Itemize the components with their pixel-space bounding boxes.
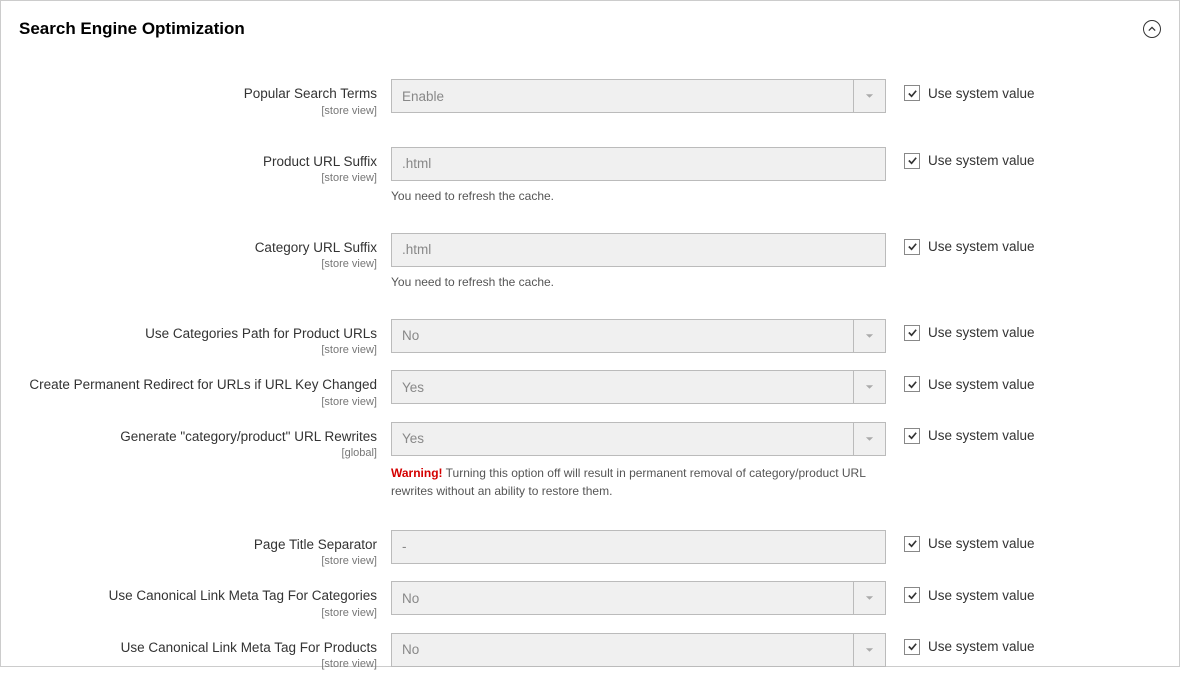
scope-label: [global] (19, 447, 377, 459)
use-system-value-checkbox[interactable] (904, 587, 920, 603)
popular-search-terms-select: Enable (391, 79, 886, 113)
input-value: - (402, 539, 407, 554)
field-product-url-suffix: Product URL Suffix [store view] .html Yo… (19, 147, 1161, 203)
use-system-value-label[interactable]: Use system value (928, 428, 1035, 443)
select-value: Yes (402, 380, 424, 395)
use-system-value-label[interactable]: Use system value (928, 239, 1035, 254)
scope-label: [store view] (19, 607, 377, 619)
chevron-down-icon (853, 423, 885, 455)
category-url-suffix-input: .html (391, 233, 886, 267)
field-canonical-products: Use Canonical Link Meta Tag For Products… (19, 633, 1161, 671)
field-label: Generate "category/product" URL Rewrites (19, 428, 377, 446)
scope-label: [store view] (19, 258, 377, 270)
scope-label: [store view] (19, 396, 377, 408)
field-label: Popular Search Terms (19, 85, 377, 103)
use-system-value-checkbox[interactable] (904, 325, 920, 341)
section-header[interactable]: Search Engine Optimization (1, 1, 1179, 49)
field-permanent-redirect: Create Permanent Redirect for URLs if UR… (19, 370, 1161, 408)
field-generate-rewrites: Generate "category/product" URL Rewrites… (19, 422, 1161, 500)
categories-path-select: No (391, 319, 886, 353)
use-system-value-checkbox[interactable] (904, 639, 920, 655)
use-system-value-checkbox[interactable] (904, 153, 920, 169)
use-system-value-checkbox[interactable] (904, 239, 920, 255)
input-value: .html (402, 156, 431, 171)
chevron-down-icon (853, 371, 885, 403)
field-label: Use Categories Path for Product URLs (19, 325, 377, 343)
scope-label: [store view] (19, 658, 377, 670)
helper-text: You need to refresh the cache. (391, 275, 886, 289)
select-value: No (402, 591, 419, 606)
chevron-down-icon (853, 634, 885, 666)
chevron-down-icon (853, 582, 885, 614)
generate-rewrites-select: Yes (391, 422, 886, 456)
use-system-value-checkbox[interactable] (904, 376, 920, 392)
field-category-url-suffix: Category URL Suffix [store view] .html Y… (19, 233, 1161, 289)
field-label: Page Title Separator (19, 536, 377, 554)
field-label: Create Permanent Redirect for URLs if UR… (19, 376, 377, 394)
field-label: Product URL Suffix (19, 153, 377, 171)
scope-label: [store view] (19, 555, 377, 567)
field-label: Use Canonical Link Meta Tag For Categori… (19, 587, 377, 605)
warning-text: Warning! Turning this option off will re… (391, 464, 886, 500)
field-canonical-categories: Use Canonical Link Meta Tag For Categori… (19, 581, 1161, 619)
scope-label: [store view] (19, 172, 377, 184)
canonical-products-select: No (391, 633, 886, 667)
field-popular-search-terms: Popular Search Terms [store view] Enable… (19, 79, 1161, 117)
helper-text: You need to refresh the cache. (391, 189, 886, 203)
page-title-separator-input: - (391, 530, 886, 564)
section-title: Search Engine Optimization (19, 19, 245, 39)
use-system-value-checkbox[interactable] (904, 536, 920, 552)
use-system-value-label[interactable]: Use system value (928, 588, 1035, 603)
chevron-down-icon (853, 80, 885, 112)
warning-label: Warning! (391, 466, 443, 480)
select-value: No (402, 642, 419, 657)
scope-label: [store view] (19, 105, 377, 117)
use-system-value-label[interactable]: Use system value (928, 536, 1035, 551)
scope-label: [store view] (19, 344, 377, 356)
use-system-value-checkbox[interactable] (904, 428, 920, 444)
settings-form: Popular Search Terms [store view] Enable… (1, 49, 1179, 694)
field-categories-path: Use Categories Path for Product URLs [st… (19, 319, 1161, 357)
use-system-value-label[interactable]: Use system value (928, 325, 1035, 340)
warning-body: Turning this option off will result in p… (391, 466, 865, 498)
canonical-categories-select: No (391, 581, 886, 615)
input-value: .html (402, 242, 431, 257)
use-system-value-label[interactable]: Use system value (928, 377, 1035, 392)
use-system-value-checkbox[interactable] (904, 85, 920, 101)
select-value: No (402, 328, 419, 343)
permanent-redirect-select: Yes (391, 370, 886, 404)
select-value: Yes (402, 431, 424, 446)
chevron-down-icon (853, 320, 885, 352)
field-label: Use Canonical Link Meta Tag For Products (19, 639, 377, 657)
use-system-value-label[interactable]: Use system value (928, 153, 1035, 168)
field-label: Category URL Suffix (19, 239, 377, 257)
use-system-value-label[interactable]: Use system value (928, 86, 1035, 101)
collapse-icon[interactable] (1143, 20, 1161, 38)
use-system-value-label[interactable]: Use system value (928, 639, 1035, 654)
product-url-suffix-input: .html (391, 147, 886, 181)
select-value: Enable (402, 89, 444, 104)
field-page-title-separator: Page Title Separator [store view] - Use … (19, 530, 1161, 568)
